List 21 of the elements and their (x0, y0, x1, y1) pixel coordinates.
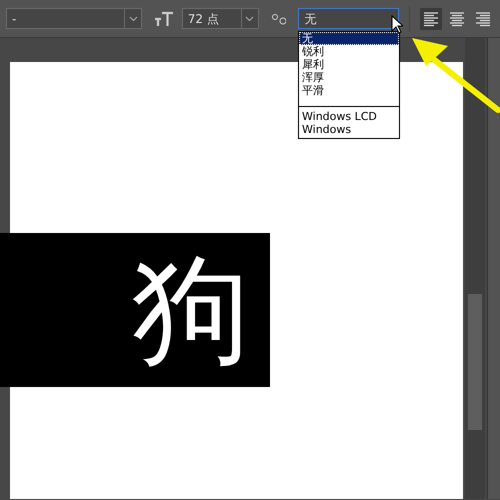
antialias-dropdown[interactable]: 无 (298, 8, 400, 29)
menu-item[interactable]: Windows (299, 123, 399, 136)
font-size-value: 72 点 (188, 10, 219, 28)
font-style-value: - (12, 10, 16, 28)
scrollbar-thumb[interactable] (468, 294, 482, 430)
chevron-icon (245, 16, 254, 22)
menu-item[interactable]: 犀利 (299, 58, 399, 71)
text-size-icon (154, 10, 174, 26)
menu-item[interactable]: 锐利 (299, 45, 399, 58)
menu-item[interactable]: 无 (299, 32, 399, 45)
menu-item[interactable]: 浑厚 (299, 71, 399, 84)
menu-item[interactable]: 平滑 (299, 84, 399, 97)
antialias-value: 无 (304, 10, 316, 28)
chevron-icon (128, 16, 138, 22)
menu-item[interactable]: Windows LCD (299, 110, 399, 123)
font-style-dropdown[interactable]: - (6, 8, 142, 29)
antialias-icon (270, 12, 286, 26)
canvas-text: 狗 (132, 251, 250, 369)
scrollbar[interactable] (465, 38, 485, 499)
align-left-button[interactable] (420, 8, 442, 30)
font-size-dropdown[interactable]: 72 点 (182, 8, 259, 29)
